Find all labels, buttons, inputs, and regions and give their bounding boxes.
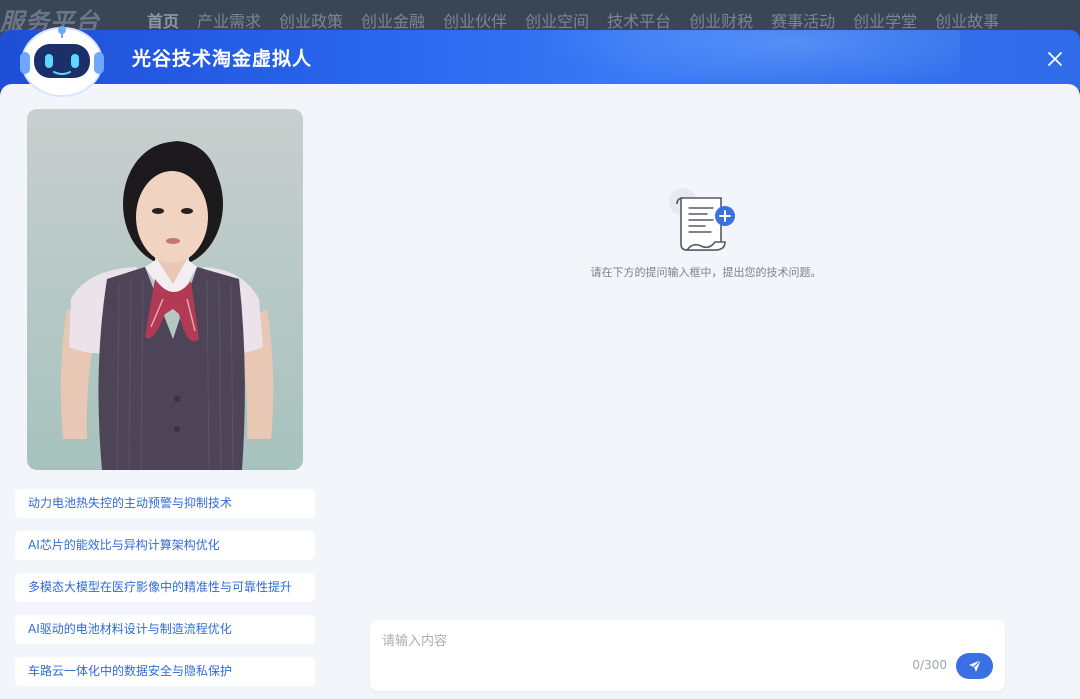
send-button[interactable] xyxy=(956,653,993,679)
document-add-icon xyxy=(669,188,735,251)
modal-body: 动力电池热失控的主动预警与抑制技术 AI芯片的能效比与异构计算架构优化 多模态大… xyxy=(0,84,1080,699)
nav-item-events[interactable]: 赛事活动 xyxy=(771,8,835,32)
modal-title: 光谷技术淘金虚拟人 xyxy=(132,48,313,70)
empty-state: 请在下方的提问输入框中，提出您的技术问题。 xyxy=(370,184,1042,280)
modal-header: 光谷技术淘金虚拟人 xyxy=(0,30,1080,90)
nav-item-space[interactable]: 创业空间 xyxy=(525,8,589,32)
send-icon xyxy=(968,659,981,672)
robot-mascot-icon xyxy=(14,18,110,100)
nav-item-finance[interactable]: 创业金融 xyxy=(361,8,425,32)
nav-item-stories[interactable]: 创业故事 xyxy=(935,8,999,32)
suggestion-item[interactable]: 车路云一体化中的数据安全与隐私保护 xyxy=(15,657,315,686)
close-icon[interactable] xyxy=(1040,44,1070,74)
nav-item-tax[interactable]: 创业财税 xyxy=(689,8,753,32)
nav-item-partners[interactable]: 创业伙伴 xyxy=(443,8,507,32)
nav-item-academy[interactable]: 创业学堂 xyxy=(853,8,917,32)
suggestion-item[interactable]: AI驱动的电池材料设计与制造流程优化 xyxy=(15,615,315,644)
char-count: 0/300 xyxy=(912,658,947,672)
nav-bar: 首页 产业需求 创业政策 创业金融 创业伙伴 创业空间 技术平台 创业财税 赛事… xyxy=(138,8,1008,32)
nav-item-tech-platform[interactable]: 技术平台 xyxy=(607,8,671,32)
suggestion-item[interactable]: 多模态大模型在医疗影像中的精准性与可靠性提升 xyxy=(15,573,315,602)
question-input-box: 0/300 xyxy=(370,620,1005,691)
nav-item-industry-demand[interactable]: 产业需求 xyxy=(197,8,261,32)
nav-item-home[interactable]: 首页 xyxy=(147,8,179,32)
suggestion-list: 动力电池热失控的主动预警与抑制技术 AI芯片的能效比与异构计算架构优化 多模态大… xyxy=(15,489,315,699)
question-input[interactable] xyxy=(382,630,982,652)
suggestion-item[interactable]: 动力电池热失控的主动预警与抑制技术 xyxy=(15,489,315,518)
nav-item-policy[interactable]: 创业政策 xyxy=(279,8,343,32)
empty-state-text: 请在下方的提问输入框中，提出您的技术问题。 xyxy=(590,266,822,279)
suggestion-item[interactable]: AI芯片的能效比与异构计算架构优化 xyxy=(15,531,315,560)
virtual-human-portrait xyxy=(27,109,303,470)
